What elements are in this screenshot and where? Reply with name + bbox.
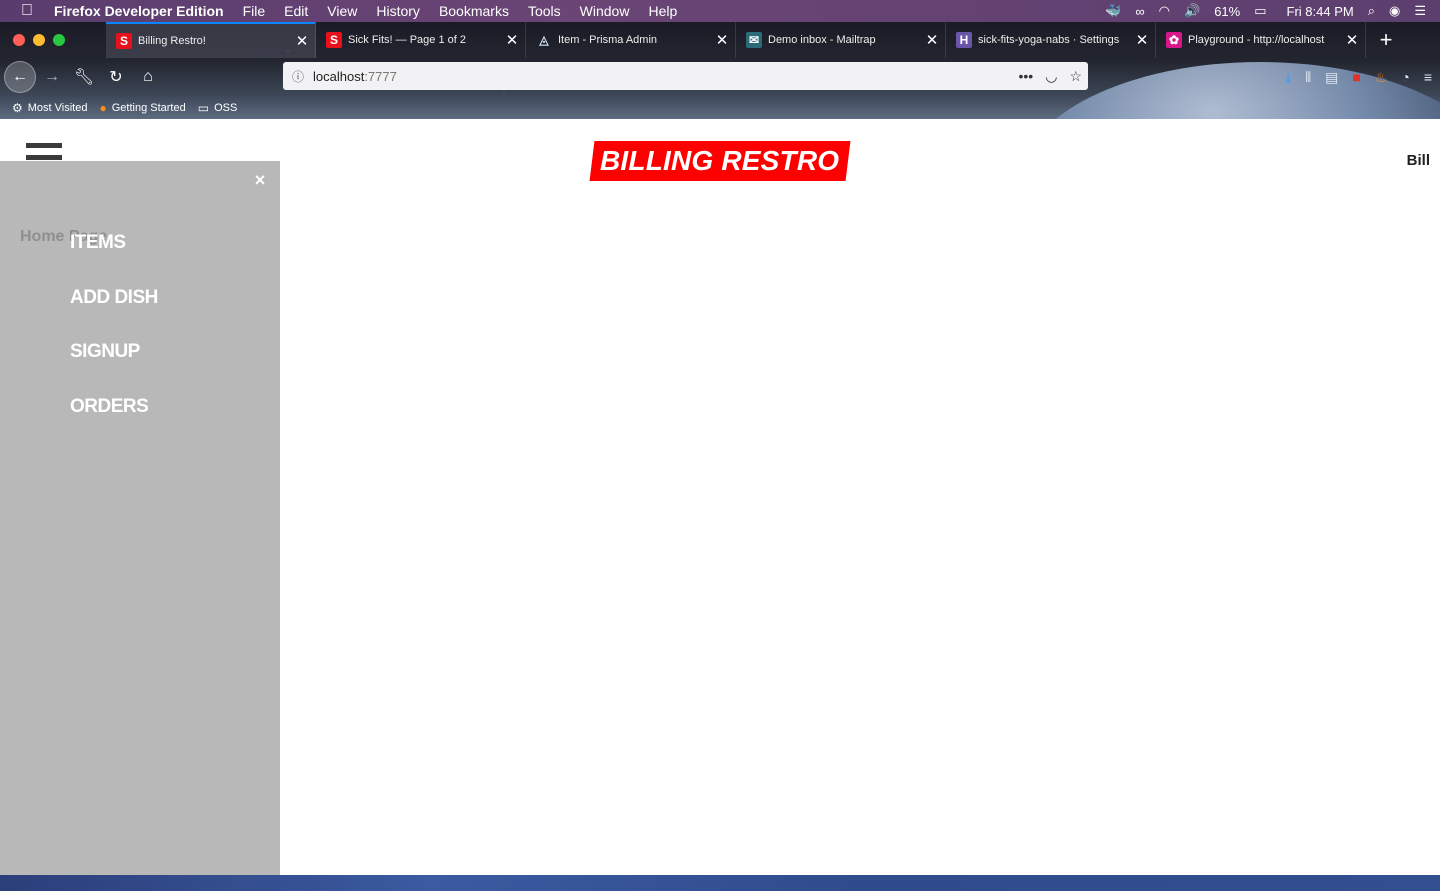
bookmark-oss[interactable]: ▭ OSS	[198, 101, 238, 115]
pocket-icon[interactable]: ◡	[1045, 68, 1057, 85]
tab-billing-restro[interactable]: S Billing Restro! ✕	[106, 22, 316, 58]
browser-chrome: S Billing Restro! ✕ S Sick Fits! — Page …	[0, 22, 1440, 119]
page-viewport: BILLING RESTRO Bill × Home Page ITEMS AD…	[0, 119, 1440, 875]
url-bar[interactable]: ⓘ localhost :7777 ••• ◡ ☆	[283, 62, 1088, 90]
tab-favicon-icon: S	[116, 33, 132, 49]
menu-view[interactable]: View	[327, 3, 357, 19]
bookmarks-toolbar: ⚙ Most Visited ● Getting Started ▭ OSS	[0, 96, 1440, 119]
tab-heroku-settings[interactable]: H sick-fits-yoga-nabs · Settings ✕	[946, 22, 1156, 58]
tab-title: sick-fits-yoga-nabs · Settings	[978, 34, 1120, 46]
menu-window[interactable]: Window	[580, 3, 630, 19]
creative-cloud-icon[interactable]: ∞	[1135, 4, 1144, 19]
tab-title: Playground - http://localhost	[1188, 34, 1325, 46]
sidebar-item-items[interactable]: ITEMS	[70, 232, 126, 254]
volume-icon[interactable]: 🔊	[1184, 3, 1200, 19]
tab-close-icon[interactable]: ✕	[1339, 31, 1365, 49]
apple-icon[interactable]: 	[18, 2, 36, 20]
tab-close-icon[interactable]: ✕	[499, 31, 525, 49]
wifi-icon[interactable]: ◠	[1159, 3, 1170, 19]
desktop-wallpaper	[0, 875, 1440, 891]
tab-title: Demo inbox - Mailtrap	[768, 34, 876, 46]
clock[interactable]: Fri 8:44 PM	[1287, 4, 1354, 19]
tab-title: Billing Restro!	[138, 35, 206, 47]
macos-menu-bar:  Firefox Developer Edition File Edit Vi…	[0, 0, 1440, 22]
gear-icon: ⚙	[12, 100, 23, 115]
sync-icon[interactable]: ◔	[1401, 69, 1409, 85]
tab-mailtrap[interactable]: ✉ Demo inbox - Mailtrap ✕	[736, 22, 946, 58]
url-port: :7777	[364, 68, 397, 84]
docker-icon[interactable]: 🐳	[1105, 3, 1121, 19]
bookmark-label: Getting Started	[111, 101, 186, 114]
header-nav-link-bill[interactable]: Bill	[1407, 152, 1430, 169]
menu-bookmarks[interactable]: Bookmarks	[439, 3, 509, 19]
sidebar-item-orders[interactable]: ORDERS	[70, 396, 149, 418]
maximize-window-button[interactable]	[53, 34, 65, 46]
tab-favicon-icon: ✉	[746, 32, 762, 48]
navigation-toolbar: ← → 🔧︎ ↻ ⌂ ⓘ localhost :7777 ••• ◡ ☆ ⤓ ⫴…	[0, 58, 1440, 96]
bookmark-label: Most Visited	[27, 101, 88, 114]
tab-favicon-icon: S	[326, 32, 342, 48]
firefox-icon: ●	[99, 100, 107, 115]
tab-favicon-icon: ◬	[539, 33, 549, 47]
close-window-button[interactable]	[13, 34, 25, 46]
tab-title: Item - Prisma Admin	[558, 34, 658, 46]
tab-bar: S Billing Restro! ✕ S Sick Fits! — Page …	[0, 22, 1440, 58]
site-info-icon[interactable]: ⓘ	[283, 68, 313, 85]
window-controls	[0, 22, 106, 58]
menu-app-name[interactable]: Firefox Developer Edition	[54, 3, 224, 19]
battery-percent[interactable]: 61%	[1214, 4, 1240, 19]
extension-icon[interactable]: ■	[1352, 69, 1360, 85]
new-tab-icon[interactable]: +	[1366, 22, 1406, 58]
minimize-window-button[interactable]	[33, 34, 45, 46]
menu-file[interactable]: File	[243, 3, 266, 19]
back-arrow-icon[interactable]: ←	[4, 61, 36, 93]
bookmark-most-visited[interactable]: ⚙ Most Visited	[12, 101, 87, 115]
notification-center-icon[interactable]: ☰	[1414, 3, 1426, 19]
library-icon[interactable]: ⫴	[1305, 69, 1311, 86]
url-host: localhost	[313, 68, 365, 84]
sidebar-close-icon[interactable]: ×	[249, 169, 271, 191]
forward-arrow-icon[interactable]: →	[36, 61, 68, 93]
tab-close-icon[interactable]: ✕	[709, 31, 735, 49]
tab-close-icon[interactable]: ✕	[919, 31, 945, 49]
firebug-icon[interactable]: ♨	[1375, 69, 1388, 86]
tab-favicon-icon: H	[956, 32, 972, 48]
bookmark-label: OSS	[214, 101, 238, 114]
menu-history[interactable]: History	[376, 3, 420, 19]
sidebar-drawer: × Home Page ITEMS ADD DISH SIGNUP ORDERS	[0, 161, 280, 875]
tab-playground[interactable]: ✿ Playground - http://localhost ✕	[1156, 22, 1366, 58]
siri-icon[interactable]: ◉	[1389, 3, 1400, 19]
wrench-icon[interactable]: 🔧︎	[68, 61, 100, 93]
folder-icon: ▭	[197, 100, 210, 115]
home-icon[interactable]: ⌂	[132, 61, 164, 93]
tab-title: Sick Fits! — Page 1 of 2	[348, 34, 466, 46]
bookmark-getting-started[interactable]: ● Getting Started	[99, 101, 185, 115]
spotlight-search-icon[interactable]: ⌕	[1368, 3, 1375, 19]
sidebar-item-add-dish[interactable]: ADD DISH	[70, 287, 158, 309]
app-menu-icon[interactable]: ≡	[1424, 69, 1432, 85]
site-logo-text: BILLING RESTRO	[600, 145, 840, 176]
tab-close-icon[interactable]: ✕	[289, 32, 315, 50]
sidebar-item-signup[interactable]: SIGNUP	[70, 341, 140, 363]
sidebar-toggle-icon[interactable]: ▤	[1325, 69, 1338, 86]
tab-sick-fits[interactable]: S Sick Fits! — Page 1 of 2 ✕	[316, 22, 526, 58]
tab-favicon-icon: ✿	[1166, 32, 1182, 48]
tab-prisma-admin[interactable]: ◬ Item - Prisma Admin ✕	[526, 22, 736, 58]
battery-icon[interactable]: ▭	[1254, 3, 1266, 19]
reload-icon[interactable]: ↻	[100, 61, 132, 93]
page-actions-icon[interactable]: •••	[1019, 68, 1034, 84]
tab-close-icon[interactable]: ✕	[1129, 31, 1155, 49]
downloads-icon[interactable]: ⤓	[1285, 69, 1291, 86]
menu-help[interactable]: Help	[648, 3, 677, 19]
menu-tools[interactable]: Tools	[528, 3, 561, 19]
menu-edit[interactable]: Edit	[284, 3, 308, 19]
site-logo[interactable]: BILLING RESTRO	[589, 141, 851, 181]
bookmark-star-icon[interactable]: ☆	[1069, 68, 1082, 85]
